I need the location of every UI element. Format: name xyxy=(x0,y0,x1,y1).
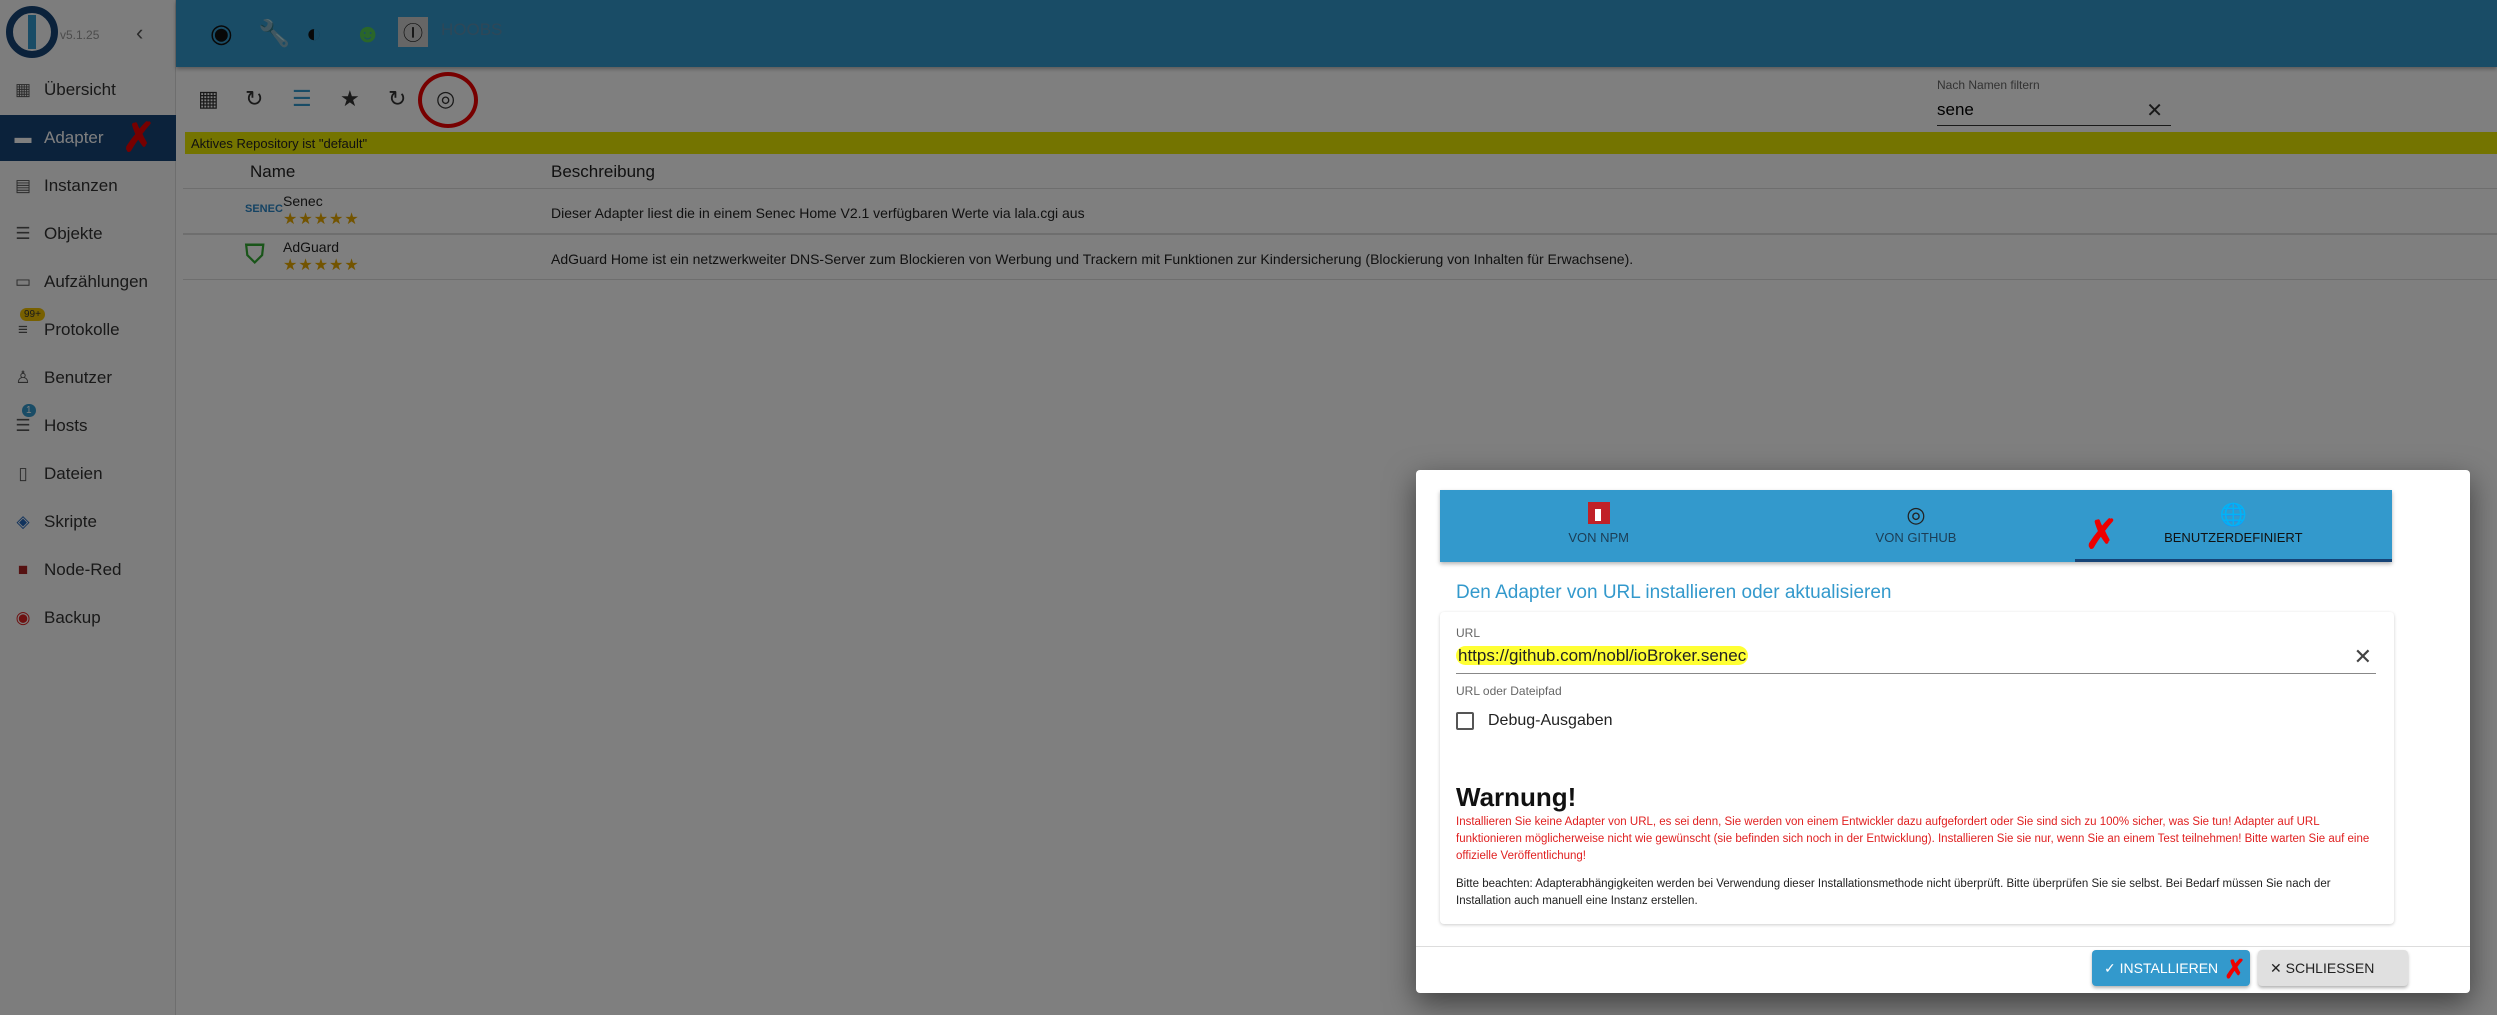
github-icon: ◎ xyxy=(1906,502,1926,527)
warning-text: Installieren Sie keine Adapter von URL, … xyxy=(1456,816,2370,862)
debug-checkbox[interactable]: Debug-Ausgaben xyxy=(1456,712,1613,730)
tab-label: BENUTZERDEFINIERT xyxy=(2164,530,2303,545)
globe-icon: 🌐 xyxy=(2219,502,2248,527)
dialog-footer-divider xyxy=(1416,946,2470,947)
install-from-url-dialog: VON NPM ◎ VON GITHUB 🌐 BENUTZERDEFINIERT ✗ … xyxy=(1416,470,2470,993)
npm-icon xyxy=(1440,502,1757,530)
tab-github[interactable]: ◎ VON GITHUB xyxy=(1757,490,2074,562)
tab-label: VON GITHUB xyxy=(1875,530,1957,545)
close-button[interactable]: ✕ SCHLIESSEN xyxy=(2258,950,2408,986)
url-label: URL xyxy=(1456,626,1481,640)
url-input[interactable]: https://github.com/nobl/ioBroker.senec ✕ xyxy=(1456,644,2376,674)
red-x-annotation: ✗ xyxy=(2084,513,2119,557)
clear-url-icon[interactable]: ✕ xyxy=(2354,644,2372,670)
close-icon: ✕ xyxy=(2270,960,2286,976)
tab-npm[interactable]: VON NPM xyxy=(1440,490,1757,562)
warning-title: Warnung! xyxy=(1456,782,1577,812)
install-button[interactable]: ✓ INSTALLIEREN ✗ xyxy=(2092,950,2250,986)
tab-label: VON NPM xyxy=(1568,530,1629,545)
note-text: Bitte beachten: Adapterabhängigkeiten we… xyxy=(1456,878,2331,907)
tab-custom[interactable]: 🌐 BENUTZERDEFINIERT ✗ xyxy=(2074,490,2393,562)
dialog-subtitle: Den Adapter von URL installieren oder ak… xyxy=(1456,582,1892,603)
url-value: https://github.com/nobl/ioBroker.senec xyxy=(1456,646,1749,665)
url-helper-text: URL oder Dateipfad xyxy=(1456,684,1562,698)
red-x-annotation: ✗ xyxy=(2224,954,2246,984)
close-label: SCHLIESSEN xyxy=(2285,960,2375,976)
install-label: INSTALLIEREN xyxy=(2119,960,2219,976)
url-card: URL https://github.com/nobl/ioBroker.sen… xyxy=(1440,612,2394,924)
check-icon: ✓ xyxy=(2104,960,2120,976)
checkbox-icon[interactable] xyxy=(1456,712,1474,730)
install-source-tabs: VON NPM ◎ VON GITHUB 🌐 BENUTZERDEFINIERT ✗ xyxy=(1440,490,2393,562)
debug-label: Debug-Ausgaben xyxy=(1488,712,1613,729)
